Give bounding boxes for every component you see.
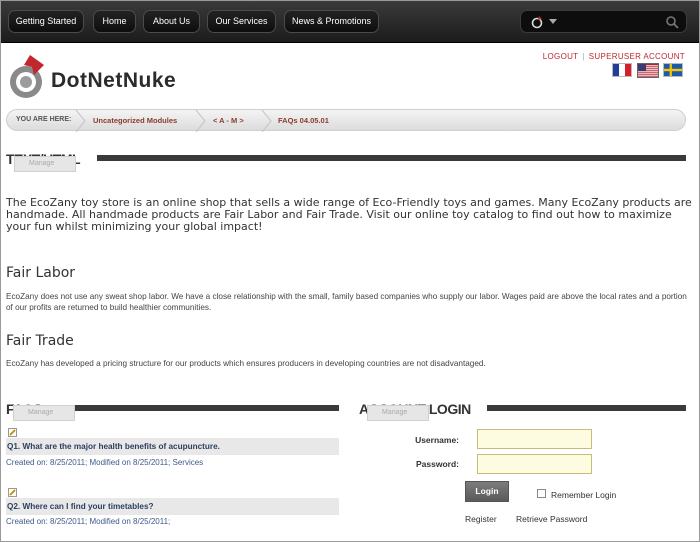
search-input[interactable]: [561, 14, 661, 30]
logout-link[interactable]: LOGOUT: [543, 52, 579, 61]
nav-getting-started[interactable]: Getting Started: [8, 10, 84, 33]
search-provider-icon[interactable]: [529, 14, 545, 30]
faq-meta-2: Created on: 8/25/2011; Modified on 8/25/…: [6, 517, 171, 526]
account-link[interactable]: SUPERUSER ACCOUNT: [589, 52, 685, 61]
user-links: LOGOUT | SUPERUSER ACCOUNT: [543, 52, 685, 61]
divider: [45, 405, 339, 411]
manage-button[interactable]: Manage: [13, 405, 75, 421]
faq-question-2[interactable]: Q2. Where can I find your timetables?: [6, 498, 339, 515]
manage-button[interactable]: Manage: [367, 405, 429, 421]
flag-sweden-icon[interactable]: [663, 63, 683, 77]
username-label: Username:: [415, 435, 459, 445]
faq-meta-1: Created on: 8/25/2011; Modified on 8/25/…: [6, 458, 204, 467]
breadcrumb: YOU ARE HERE: Uncategorized Modules < A …: [6, 109, 686, 132]
dotnetnuke-logo-icon: [10, 55, 44, 98]
breadcrumb-item-a-m[interactable]: < A - M >: [213, 116, 244, 125]
fair-labor-paragraph: EcoZany does not use any sweat shop labo…: [6, 292, 687, 312]
remember-login-checkbox[interactable]: [537, 489, 546, 498]
intro-paragraph: The EcoZany toy store is an online shop …: [6, 196, 692, 233]
divider: [97, 155, 686, 161]
search-box: [520, 10, 687, 33]
retrieve-password-link[interactable]: Retrieve Password: [516, 514, 587, 524]
divider: [487, 405, 686, 411]
flag-france-icon[interactable]: [612, 63, 632, 77]
breadcrumb-separator-icon: [75, 110, 86, 132]
login-button[interactable]: Login: [465, 481, 509, 502]
fair-trade-paragraph: EcoZany has developed a pricing structur…: [6, 359, 486, 368]
remember-login-label: Remember Login: [551, 490, 617, 500]
site-logo[interactable]: DotNetNuke: [6, 53, 206, 103]
chevron-down-icon[interactable]: [549, 19, 557, 24]
logo-text: DotNetNuke: [51, 69, 177, 92]
top-navigation-bar: Getting Started Home About Us Our Servic…: [1, 1, 699, 43]
username-field[interactable]: [477, 429, 592, 449]
breadcrumb-item-uncategorized[interactable]: Uncategorized Modules: [93, 116, 177, 125]
nav-home[interactable]: Home: [93, 10, 136, 33]
edit-pencil-icon[interactable]: [8, 488, 17, 497]
edit-pencil-icon[interactable]: [8, 428, 17, 437]
fair-trade-heading: Fair Trade: [6, 333, 74, 349]
nav-news-promotions[interactable]: News & Promotions: [284, 10, 379, 33]
divider: |: [582, 52, 585, 61]
flag-usa-icon[interactable]: [637, 63, 659, 78]
fair-labor-heading: Fair Labor: [6, 265, 76, 281]
breadcrumb-separator-icon: [195, 110, 206, 132]
faq-question-1[interactable]: Q1. What are the major health benefits o…: [6, 438, 339, 455]
search-icon[interactable]: [664, 14, 680, 30]
nav-about-us[interactable]: About Us: [143, 10, 200, 33]
breadcrumb-item-faqs[interactable]: FAQs 04.05.01: [278, 116, 329, 125]
breadcrumb-label: YOU ARE HERE:: [16, 116, 72, 123]
register-link[interactable]: Register: [465, 514, 497, 524]
manage-button[interactable]: Manage: [14, 156, 76, 172]
nav-our-services[interactable]: Our Services: [207, 10, 276, 33]
breadcrumb-separator-icon: [261, 110, 272, 132]
password-label: Password:: [416, 459, 459, 469]
password-field[interactable]: [477, 454, 592, 474]
